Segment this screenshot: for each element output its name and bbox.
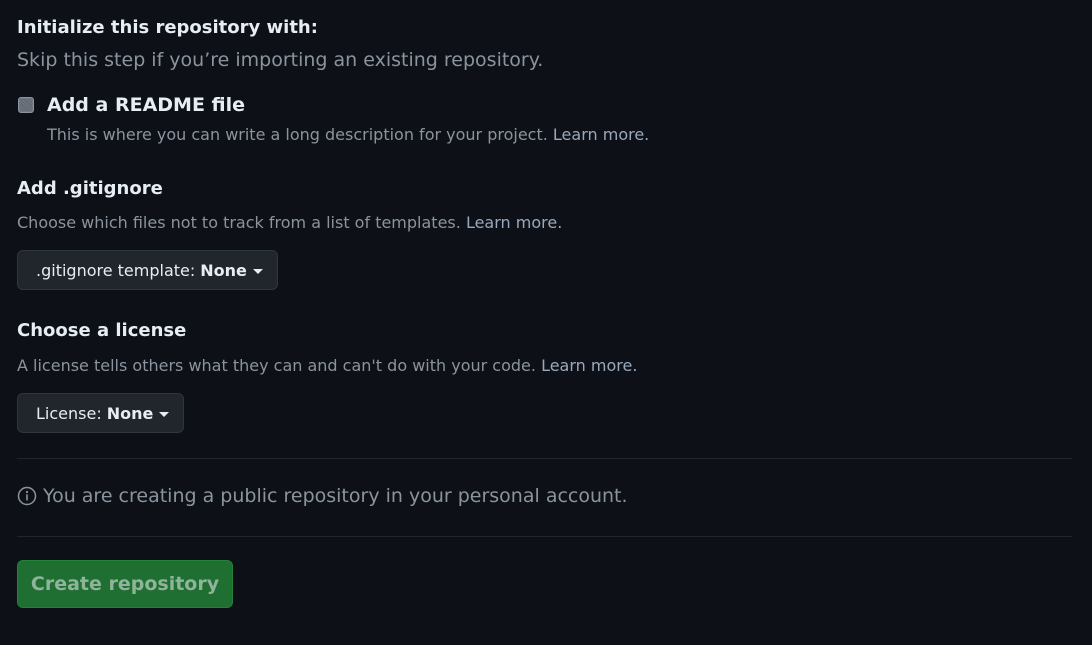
init-section-title: Initialize this repository with: <box>17 17 318 38</box>
gitignore-template-select[interactable]: .gitignore template: None <box>17 250 278 290</box>
visibility-notice-text: You are creating a public repository in … <box>43 485 628 507</box>
create-repository-button[interactable]: Create repository <box>17 560 233 608</box>
readme-description: This is where you can write a long descr… <box>47 125 649 144</box>
license-select-label: License: <box>36 403 102 423</box>
readme-learn-more-link[interactable]: Learn more. <box>553 125 649 144</box>
gitignore-section-title: Add .gitignore <box>17 178 163 199</box>
license-description: A license tells others what they can and… <box>17 356 637 375</box>
license-select[interactable]: License: None <box>17 393 184 433</box>
gitignore-select-label: .gitignore template: <box>36 260 196 280</box>
license-section-title: Choose a license <box>17 320 187 341</box>
gitignore-description-text: Choose which files not to track from a l… <box>17 213 461 232</box>
info-icon <box>17 486 37 506</box>
gitignore-select-value: None <box>200 260 247 280</box>
license-select-value: None <box>106 403 154 423</box>
section-divider <box>17 458 1072 459</box>
init-section-subtitle: Skip this step if you’re importing an ex… <box>17 49 544 71</box>
readme-checkbox[interactable] <box>18 97 34 113</box>
chevron-down-icon <box>252 268 263 274</box>
chevron-down-icon <box>159 411 170 417</box>
readme-checkbox-label[interactable]: Add a README file <box>47 94 245 116</box>
repository-init-form: Initialize this repository with: Skip th… <box>0 0 1092 645</box>
license-learn-more-link[interactable]: Learn more. <box>541 356 637 375</box>
actions-divider <box>17 536 1072 537</box>
readme-description-text: This is where you can write a long descr… <box>47 125 548 144</box>
visibility-notice: You are creating a public repository in … <box>17 485 628 507</box>
gitignore-learn-more-link[interactable]: Learn more. <box>466 213 562 232</box>
license-description-text: A license tells others what they can and… <box>17 356 536 375</box>
gitignore-description: Choose which files not to track from a l… <box>17 213 562 232</box>
